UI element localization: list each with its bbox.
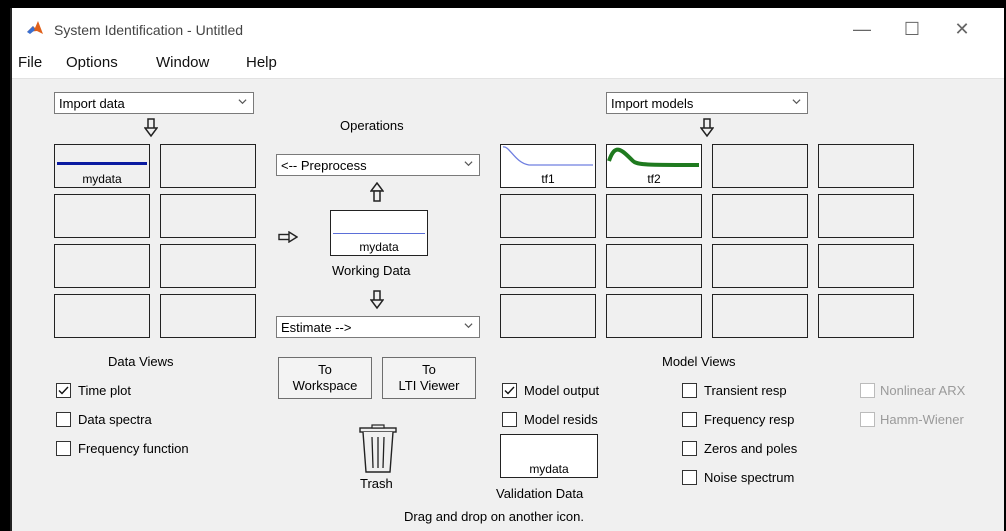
data-tile-empty[interactable] bbox=[160, 244, 256, 288]
noise-spectrum-checkbox[interactable] bbox=[682, 470, 697, 485]
tf1-label: tf1 bbox=[541, 172, 555, 186]
preprocess-combo[interactable]: <-- Preprocess bbox=[276, 154, 480, 176]
data-tile-empty[interactable] bbox=[54, 194, 150, 238]
model-views-heading: Model Views bbox=[662, 354, 736, 369]
model-tile-empty[interactable] bbox=[818, 144, 914, 188]
model-tile-empty[interactable] bbox=[712, 194, 808, 238]
data-tile-empty[interactable] bbox=[160, 144, 256, 188]
data-spectra-checkbox[interactable] bbox=[56, 412, 71, 427]
validation-data-tile[interactable]: mydata bbox=[500, 434, 598, 478]
nonlinear-arx-checkbox bbox=[860, 383, 875, 398]
close-button[interactable]: ✕ bbox=[942, 16, 982, 42]
hamm-wiener-checkbox bbox=[860, 412, 875, 427]
to-workspace-button[interactable]: To Workspace bbox=[278, 357, 372, 399]
model-tile-empty[interactable] bbox=[712, 244, 808, 288]
menu-help[interactable]: Help bbox=[246, 54, 277, 71]
title-bar: System Identification - Untitled — ☐ ✕ bbox=[12, 8, 1004, 48]
estimate-combo[interactable]: Estimate --> bbox=[276, 316, 480, 338]
tf1-response-curve bbox=[502, 146, 593, 166]
up-arrow-icon bbox=[370, 182, 384, 202]
trash-label: Trash bbox=[360, 476, 393, 491]
down-arrow-icon bbox=[370, 290, 384, 310]
model-output-label: Model output bbox=[524, 383, 600, 398]
hamm-wiener-label: Hamm-Wiener bbox=[880, 412, 964, 427]
window-title: System Identification - Untitled bbox=[54, 22, 244, 38]
working-data-tile[interactable]: mydata bbox=[330, 210, 428, 256]
time-plot-checkbox[interactable] bbox=[56, 383, 71, 398]
model-tile-empty[interactable] bbox=[500, 244, 596, 288]
estimate-value: Estimate --> bbox=[281, 320, 352, 335]
noise-spectrum-label: Noise spectrum bbox=[704, 470, 795, 485]
validation-data-label: Validation Data bbox=[496, 486, 584, 501]
tf2-response-curve bbox=[607, 147, 700, 167]
down-arrow-icon bbox=[700, 118, 714, 138]
transient-resp-label: Transient resp bbox=[704, 383, 787, 398]
checkmark-icon bbox=[58, 386, 69, 395]
menu-window[interactable]: Window bbox=[156, 54, 209, 71]
import-models-combo[interactable]: Import models bbox=[606, 92, 808, 114]
data-tile-empty[interactable] bbox=[54, 244, 150, 288]
import-data-value: Import data bbox=[59, 96, 125, 111]
chevron-down-icon bbox=[238, 99, 247, 105]
data-tile-label: mydata bbox=[82, 172, 122, 186]
time-plot-label: Time plot bbox=[78, 383, 131, 398]
trash-icon[interactable] bbox=[358, 424, 398, 474]
frequency-function-checkbox[interactable] bbox=[56, 441, 71, 456]
working-data-name: mydata bbox=[359, 240, 399, 254]
import-data-combo[interactable]: Import data bbox=[54, 92, 254, 114]
minimize-button[interactable]: — bbox=[842, 16, 882, 42]
down-arrow-icon bbox=[144, 118, 158, 138]
data-tile-empty[interactable] bbox=[160, 294, 256, 338]
model-tile-tf1[interactable]: tf1 bbox=[500, 144, 596, 188]
model-tile-empty[interactable] bbox=[818, 194, 914, 238]
chevron-down-icon bbox=[464, 323, 473, 329]
model-tile-empty[interactable] bbox=[712, 294, 808, 338]
frequency-function-label: Frequency function bbox=[78, 441, 189, 456]
menu-bar: File Options Window Help bbox=[12, 48, 1004, 79]
frequency-resp-label: Frequency resp bbox=[704, 412, 795, 427]
data-tile-empty[interactable] bbox=[160, 194, 256, 238]
zeros-and-poles-label: Zeros and poles bbox=[704, 441, 798, 456]
tf2-label: tf2 bbox=[647, 172, 661, 186]
data-views-heading: Data Views bbox=[108, 354, 174, 369]
to-lti-viewer-button[interactable]: To LTI Viewer bbox=[382, 357, 476, 399]
transient-resp-checkbox[interactable] bbox=[682, 383, 697, 398]
model-resids-checkbox[interactable] bbox=[502, 412, 517, 427]
model-tile-empty[interactable] bbox=[606, 294, 702, 338]
working-data-label: Working Data bbox=[332, 263, 411, 278]
menu-options[interactable]: Options bbox=[66, 54, 118, 71]
nonlinear-arx-label: Nonlinear ARX bbox=[880, 383, 966, 398]
model-tile-empty[interactable] bbox=[712, 144, 808, 188]
model-tile-empty[interactable] bbox=[818, 294, 914, 338]
zeros-and-poles-checkbox[interactable] bbox=[682, 441, 697, 456]
chevron-down-icon bbox=[792, 99, 801, 105]
data-tile[interactable]: mydata bbox=[54, 144, 150, 188]
status-text: Drag and drop on another icon. bbox=[404, 509, 584, 524]
model-tile-empty[interactable] bbox=[606, 244, 702, 288]
menu-file[interactable]: File bbox=[18, 54, 42, 71]
preprocess-value: <-- Preprocess bbox=[281, 158, 367, 173]
model-tile-empty[interactable] bbox=[606, 194, 702, 238]
checkmark-icon bbox=[504, 386, 515, 395]
maximize-button[interactable]: ☐ bbox=[892, 16, 932, 42]
operations-heading: Operations bbox=[340, 118, 404, 133]
data-signal-line bbox=[57, 162, 147, 165]
chevron-down-icon bbox=[464, 161, 473, 167]
model-tile-tf2[interactable]: tf2 bbox=[606, 144, 702, 188]
import-models-value: Import models bbox=[611, 96, 694, 111]
validation-data-name: mydata bbox=[529, 462, 569, 476]
model-tile-empty[interactable] bbox=[500, 194, 596, 238]
model-output-checkbox[interactable] bbox=[502, 383, 517, 398]
model-resids-label: Model resids bbox=[524, 412, 598, 427]
right-arrow-icon bbox=[278, 231, 298, 243]
matlab-icon bbox=[27, 21, 43, 34]
data-tile-empty[interactable] bbox=[54, 294, 150, 338]
system-identification-window: System Identification - Untitled — ☐ ✕ F… bbox=[10, 8, 1004, 531]
frequency-resp-checkbox[interactable] bbox=[682, 412, 697, 427]
model-tile-empty[interactable] bbox=[500, 294, 596, 338]
data-spectra-label: Data spectra bbox=[78, 412, 152, 427]
working-data-line bbox=[333, 233, 425, 234]
model-tile-empty[interactable] bbox=[818, 244, 914, 288]
